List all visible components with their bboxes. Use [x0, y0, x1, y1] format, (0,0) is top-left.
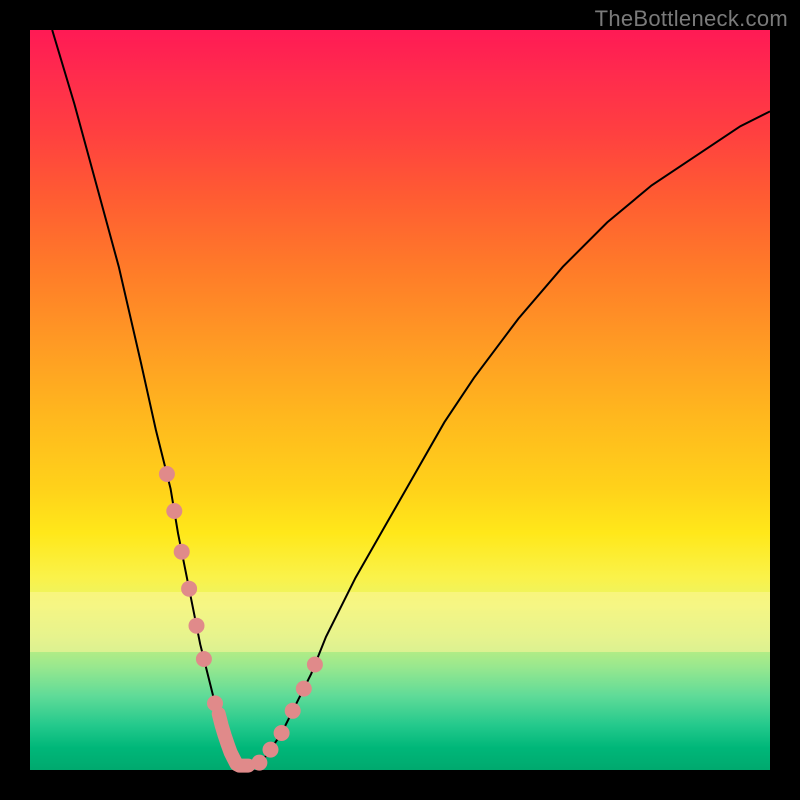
curve-layer: [30, 30, 770, 770]
data-dot: [263, 742, 279, 758]
valley-hump: [219, 714, 249, 766]
data-dot: [207, 695, 223, 711]
data-dot: [296, 681, 312, 697]
data-dot: [251, 755, 267, 771]
data-dot: [285, 703, 301, 719]
data-dot: [189, 618, 205, 634]
dots-left-cluster: [159, 466, 223, 711]
data-dot: [181, 581, 197, 597]
chart-frame: TheBottleneck.com: [0, 0, 800, 800]
watermark-text: TheBottleneck.com: [595, 6, 788, 32]
data-dot: [174, 544, 190, 560]
data-dot: [274, 725, 290, 741]
data-dot: [159, 466, 175, 482]
data-dot: [166, 503, 182, 519]
bottleneck-curve: [52, 30, 770, 770]
data-dot: [196, 651, 212, 667]
plot-area: [30, 30, 770, 770]
data-dot: [307, 657, 323, 673]
